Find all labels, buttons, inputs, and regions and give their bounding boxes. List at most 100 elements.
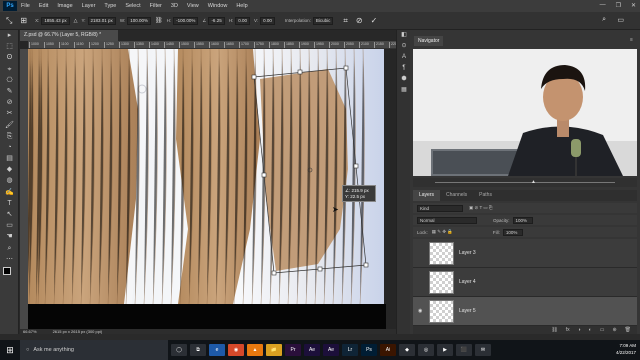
zoom-slider-thumb-icon[interactable]: ▲ (531, 179, 536, 185)
menu-view[interactable]: View (187, 3, 199, 9)
lock-icons[interactable]: ▦ ✎ ✥ 🔒 (432, 229, 453, 235)
menu-type[interactable]: Type (104, 3, 116, 9)
tab-channels[interactable]: Channels (440, 190, 473, 201)
visibility-eye-icon[interactable]: ◉ (418, 308, 422, 314)
layers-footer-icon-1[interactable]: fx (566, 327, 570, 333)
interpolation-select[interactable]: Bicubic (312, 16, 334, 25)
reference-point-icon[interactable]: ⊞ (20, 16, 27, 25)
panel-icon-3[interactable]: ¶ (397, 63, 411, 74)
taskbar-app-8[interactable]: Ae (323, 344, 339, 356)
workspace-icon[interactable]: ▭ (617, 16, 624, 24)
layers-footer-icon-2[interactable]: ◑ (578, 327, 581, 333)
tool-14-icon[interactable]: ✍ (0, 187, 19, 198)
warp-icon[interactable]: ⌗ (343, 16, 348, 26)
navigator-zoom-slider[interactable]: ▲ (413, 178, 637, 187)
taskbar-app-9[interactable]: Lr (342, 344, 358, 356)
commit-transform-icon[interactable]: ✓ (371, 16, 378, 25)
opacity-field[interactable]: 100% (512, 216, 533, 224)
taskbar-search[interactable]: ○ Ask me anything (20, 340, 168, 360)
angle-field[interactable]: -6.25 (208, 16, 225, 25)
document-tab[interactable]: Z.psd @ 66.7% (Layer 5, RGB/8) * (20, 30, 118, 41)
tool-1-icon[interactable]: ⬚ (0, 41, 19, 52)
y-field[interactable]: 2183.01 px (87, 16, 116, 25)
layers-footer-icon-4[interactable]: ▭ (600, 327, 605, 333)
taskbar-app-6[interactable]: Pr (285, 344, 301, 356)
tool-12-icon[interactable]: ◆ (0, 164, 19, 175)
taskbar-app-3[interactable]: ◉ (228, 344, 244, 356)
tool-9-icon[interactable]: ⎘ (0, 131, 19, 142)
blend-mode-select[interactable]: Normal (417, 216, 477, 224)
search-icon[interactable]: ⌕ (602, 16, 606, 24)
taskbar-app-14[interactable]: ▶ (437, 344, 453, 356)
menu-layer[interactable]: Layer (82, 3, 96, 9)
image-canvas[interactable]: ∠: 215.9 px Y: 22.5 px ➤ (28, 49, 384, 304)
minimize-button[interactable]: — (600, 2, 606, 9)
taskbar-app-7[interactable]: Ae (304, 344, 320, 356)
tool-17-icon[interactable]: ▭ (0, 220, 19, 231)
hskew-field[interactable]: 0.00 (235, 16, 250, 25)
menu-help[interactable]: Help (236, 3, 247, 9)
tool-11-icon[interactable]: ▤ (0, 153, 19, 164)
tool-18-icon[interactable]: ☚ (0, 231, 19, 242)
fill-field[interactable]: 100% (502, 228, 523, 236)
taskbar-app-2[interactable]: e (209, 344, 225, 356)
tool-16-icon[interactable]: ↖ (0, 209, 19, 220)
tool-7-icon[interactable]: ✂ (0, 108, 19, 119)
cancel-transform-icon[interactable]: ⊘ (356, 16, 363, 25)
panel-icon-4[interactable]: ⬢ (397, 74, 411, 85)
menu-edit[interactable]: Edit (39, 3, 48, 9)
tool-19-icon[interactable]: ⌕ (0, 243, 19, 254)
tab-layers[interactable]: Layers (413, 190, 441, 201)
taskbar-app-12[interactable]: ◆ (399, 344, 415, 356)
clock-date[interactable]: 4/22/2017 (616, 349, 636, 356)
panel-icon-2[interactable]: A (397, 52, 411, 63)
foreground-color[interactable] (3, 266, 11, 275)
menu-select[interactable]: Select (125, 3, 140, 9)
layers-footer-icon-6[interactable]: 🗑 (625, 327, 631, 333)
tool-13-icon[interactable]: ◍ (0, 175, 19, 186)
tool-2-icon[interactable]: ʘ (0, 52, 19, 63)
height-field[interactable]: -100.00% (173, 16, 199, 25)
taskbar-app-11[interactable]: Ai (380, 344, 396, 356)
delta-icon[interactable]: △ (74, 18, 78, 24)
taskbar-app-0[interactable]: ◯ (171, 344, 187, 356)
tool-4-icon[interactable]: ⎔ (0, 75, 19, 86)
clock-time[interactable]: 7:09 AM (616, 342, 636, 349)
layer-row[interactable]: ◉ Layer 5 (413, 297, 637, 326)
tool-3-icon[interactable]: ⌖ (0, 64, 19, 75)
layer-row[interactable]: Layer 3 (413, 239, 637, 268)
menu-file[interactable]: File (21, 3, 30, 9)
tool-8-icon[interactable]: 🖌 (0, 120, 19, 131)
vskew-field[interactable]: 0.00 (260, 16, 275, 25)
width-field[interactable]: 100.00% (127, 16, 151, 25)
color-swatches[interactable] (0, 265, 19, 283)
taskbar-app-16[interactable]: ✉ (475, 344, 491, 356)
layers-footer-icon-5[interactable]: ⊕ (612, 327, 616, 333)
layer-row[interactable]: Layer 4 (413, 268, 637, 297)
taskbar-app-5[interactable]: 📁 (266, 344, 282, 356)
restore-button[interactable]: ❐ (616, 2, 621, 9)
menu-filter[interactable]: Filter (150, 3, 162, 9)
taskbar-app-4[interactable]: ▲ (247, 344, 263, 356)
taskbar-app-15[interactable]: ⬛ (456, 344, 472, 356)
kind-filter-select[interactable]: Kind (417, 204, 463, 212)
panel-icon-5[interactable]: ▦ (397, 85, 411, 96)
panel-icon-1[interactable]: ⊙ (397, 41, 411, 52)
menu-3d[interactable]: 3D (171, 3, 178, 9)
tab-paths[interactable]: Paths (473, 190, 498, 201)
filter-icons[interactable]: ▣ ⊘ T ▭ ⎘ (469, 205, 492, 211)
layers-footer-icon-3[interactable]: ◐ (589, 327, 592, 333)
tool-20-icon[interactable]: ⋯ (0, 254, 19, 265)
menu-image[interactable]: Image (57, 3, 72, 9)
taskbar-app-13[interactable]: ◎ (418, 344, 434, 356)
close-button[interactable]: ✕ (631, 2, 636, 9)
tab-navigator[interactable]: Navigator (414, 36, 444, 46)
layers-footer-icon-0[interactable]: ⛓ (551, 327, 557, 333)
navigator-menu-icon[interactable]: ≡ (630, 37, 633, 43)
x-field[interactable]: 1855.43 px (41, 16, 70, 25)
tool-15-icon[interactable]: T (0, 198, 19, 209)
windows-start-icon[interactable]: ⊞ (0, 345, 20, 356)
taskbar-app-10[interactable]: Ps (361, 344, 377, 356)
tool-10-icon[interactable]: ◔ (0, 142, 19, 153)
panel-icon-0[interactable]: ◧ (397, 30, 411, 41)
